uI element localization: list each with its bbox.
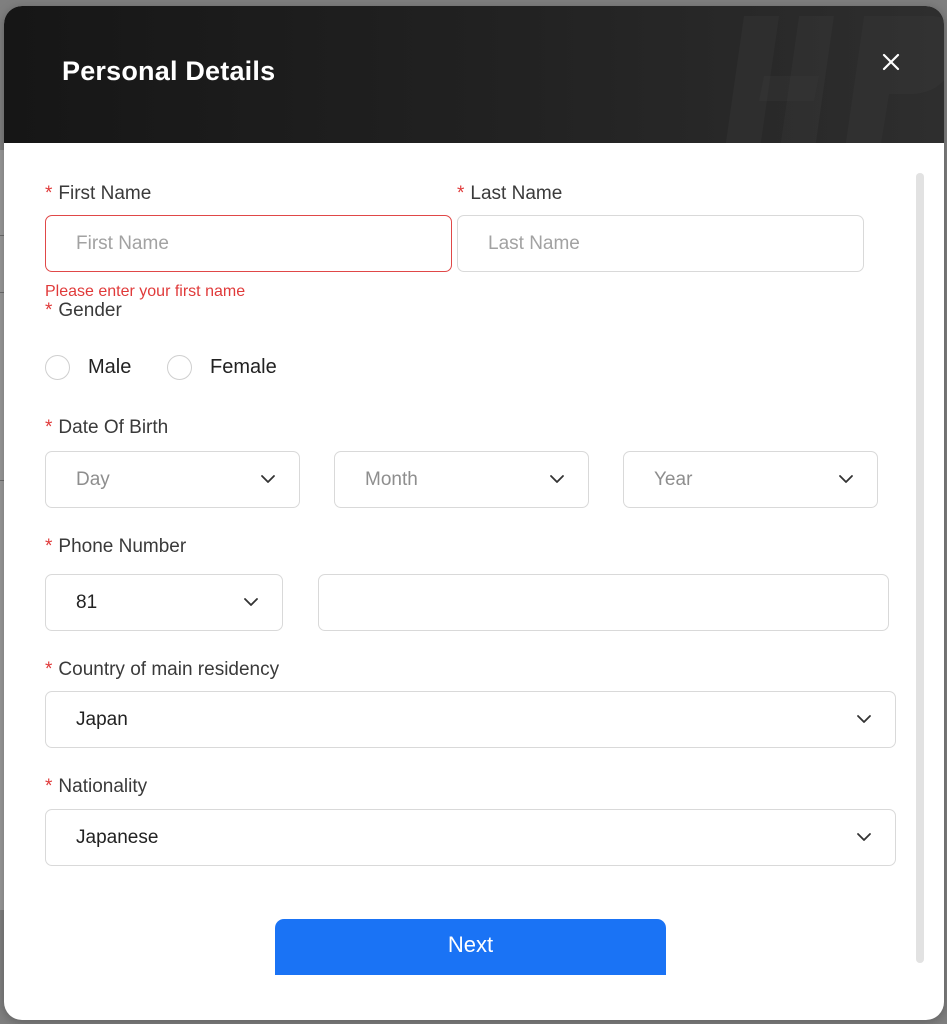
nationality-label: * Nationality	[45, 776, 147, 798]
chevron-down-icon	[857, 715, 871, 723]
required-mark: *	[457, 183, 465, 204]
scrollbar[interactable]	[916, 173, 924, 963]
required-mark: *	[45, 300, 53, 321]
gender-option-label: Male	[88, 356, 132, 378]
day-select[interactable]: Day	[45, 451, 300, 508]
required-mark: *	[45, 776, 53, 797]
gender-label-text: Gender	[58, 300, 122, 321]
first-name-label: * First Name	[45, 183, 151, 205]
gender-option-female[interactable]: Female	[167, 355, 277, 380]
month-select[interactable]: Month	[334, 451, 589, 508]
radio-button[interactable]	[45, 355, 70, 380]
phone-number-label-text: Phone Number	[58, 536, 187, 557]
chevron-down-icon	[839, 475, 853, 483]
last-name-label-text: Last Name	[470, 183, 563, 204]
next-button[interactable]: Next	[275, 919, 666, 975]
close-button[interactable]	[875, 46, 907, 78]
country-label: * Country of main residency	[45, 659, 279, 681]
chevron-down-icon	[244, 598, 258, 606]
modal-body: *First Name Please enter your first name…	[4, 143, 944, 1020]
country-select-value: Japan	[76, 709, 128, 730]
nationality-select[interactable]: Japanese	[45, 809, 896, 866]
country-select[interactable]: Japan	[45, 691, 896, 748]
first-name-input[interactable]	[45, 215, 452, 272]
date-of-birth-label: * Date Of Birth	[45, 417, 168, 439]
modal-header: Personal Details	[4, 6, 944, 143]
date-of-birth-label-text: Date Of Birth	[58, 417, 169, 438]
required-mark: *	[45, 183, 53, 204]
personal-details-modal: Personal Details *First Name Please ente…	[4, 6, 944, 1020]
last-name-label: * Last Name	[457, 183, 562, 205]
required-mark: *	[45, 417, 53, 438]
chevron-down-icon	[261, 475, 275, 483]
country-label-text: Country of main residency	[58, 659, 280, 680]
required-mark: *	[45, 659, 53, 680]
chevron-down-icon	[857, 833, 871, 841]
phone-number-input[interactable]	[318, 574, 889, 631]
phone-number-label: * Phone Number	[45, 536, 186, 558]
gender-label: * Gender	[45, 300, 122, 322]
brand-watermark-icon	[725, 16, 944, 143]
last-name-input[interactable]	[457, 215, 864, 272]
required-mark: *	[45, 536, 53, 557]
gender-option-label: Female	[210, 356, 277, 378]
chevron-down-icon	[550, 475, 564, 483]
day-select-value: Day	[76, 469, 110, 490]
nationality-select-value: Japanese	[76, 827, 159, 848]
year-select[interactable]: Year	[623, 451, 878, 508]
first-name-label-text: First Name	[58, 183, 152, 204]
close-icon	[882, 53, 900, 71]
modal-title: Personal Details	[62, 56, 276, 86]
scrollbar-thumb[interactable]	[916, 173, 924, 963]
gender-option-male[interactable]: Male	[45, 355, 131, 380]
nationality-label-text: Nationality	[58, 776, 148, 797]
country-code-select[interactable]: 81	[45, 574, 283, 631]
country-code-value: 81	[76, 592, 98, 613]
year-select-value: Year	[654, 469, 693, 490]
first-name-error: Please enter your first name	[45, 283, 246, 300]
month-select-value: Month	[365, 469, 418, 490]
radio-button[interactable]	[167, 355, 192, 380]
